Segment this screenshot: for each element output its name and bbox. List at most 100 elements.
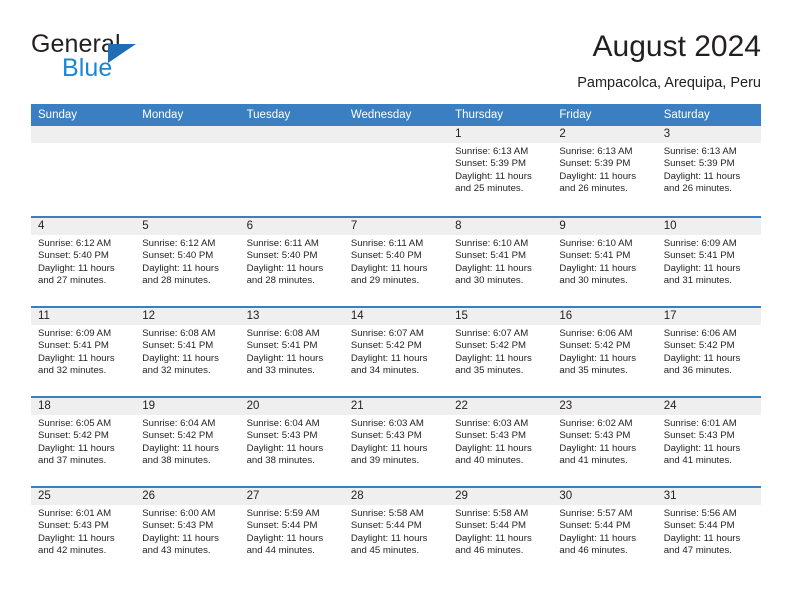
day-cell[interactable]: 7 Sunrise: 6:11 AM Sunset: 5:40 PM Daylight… bbox=[343, 218, 449, 306]
weeks-container: 1 Sunrise: 6:13 AM Sunset: 5:39 PM Daylight… bbox=[31, 126, 761, 576]
weekday-saturday: Saturday bbox=[663, 109, 710, 121]
daylight-duration-line1: Daylight: 11 hours bbox=[350, 262, 428, 274]
daylight-duration-line2: and 30 minutes. bbox=[559, 274, 628, 286]
day-cell[interactable]: 11 Sunrise: 6:09 AM Sunset: 5:41 PM Dayligh… bbox=[31, 308, 136, 396]
day-cell[interactable]: 29 Sunrise: 5:58 AM Sunset: 5:44 PM Dayligh… bbox=[448, 488, 553, 576]
sunset-time: Sunset: 5:43 PM bbox=[455, 430, 527, 442]
day-cell[interactable]: 14 Sunrise: 6:07 AM Sunset: 5:42 PM Dayligh… bbox=[343, 308, 449, 396]
sunset-time: Sunset: 5:40 PM bbox=[38, 250, 109, 262]
sunrise-time: Sunrise: 6:04 AM bbox=[142, 418, 216, 429]
day-cell[interactable]: 1 Sunrise: 6:13 AM Sunset: 5:39 PM Daylight… bbox=[448, 126, 553, 216]
day-details: Sunrise: 6:03 AM Sunset: 5:43 PM Daylight:… bbox=[344, 415, 448, 467]
sunrise-time: Sunrise: 6:10 AM bbox=[455, 238, 529, 249]
daylight-duration-line1: Daylight: 11 hours bbox=[455, 262, 532, 274]
day-cell[interactable]: 15 Sunrise: 6:07 AM Sunset: 5:42 PM Dayligh… bbox=[448, 308, 553, 396]
day-cell[interactable]: 6 Sunrise: 6:11 AM Sunset: 5:40 PM Daylight… bbox=[239, 218, 344, 306]
day-number: 20 bbox=[239, 398, 344, 415]
day-details: Sunrise: 6:11 AM Sunset: 5:40 PM Daylight:… bbox=[344, 235, 448, 287]
daylight-duration-line2: and 30 minutes. bbox=[455, 274, 524, 286]
day-details: Sunrise: 5:59 AM Sunset: 5:44 PM Daylight:… bbox=[240, 505, 344, 557]
day-details: Sunrise: 6:10 AM Sunset: 5:41 PM Daylight:… bbox=[552, 235, 656, 287]
day-details: Sunrise: 6:03 AM Sunset: 5:43 PM Daylight:… bbox=[448, 415, 552, 467]
day-cell[interactable]: 26 Sunrise: 6:00 AM Sunset: 5:43 PM Dayligh… bbox=[135, 488, 240, 576]
daylight-duration-line2: and 33 minutes. bbox=[246, 364, 315, 376]
day-number: 4 bbox=[31, 218, 136, 235]
week-row: 4 Sunrise: 6:12 AM Sunset: 5:40 PM Daylight… bbox=[31, 216, 761, 306]
sunset-time: Sunset: 5:39 PM bbox=[559, 158, 631, 170]
day-details: Sunrise: 5:56 AM Sunset: 5:44 PM Daylight:… bbox=[657, 505, 761, 557]
day-cell[interactable]: 30 Sunrise: 5:57 AM Sunset: 5:44 PM Dayligh… bbox=[552, 488, 657, 576]
day-cell[interactable]: 16 Sunrise: 6:06 AM Sunset: 5:42 PM Dayligh… bbox=[552, 308, 657, 396]
day-cell[interactable]: 3 Sunrise: 6:13 AM Sunset: 5:39 PM Daylight… bbox=[656, 126, 761, 216]
weekday-sunday: Sunday bbox=[38, 109, 78, 121]
sunset-time: Sunset: 5:42 PM bbox=[38, 430, 109, 442]
day-details: Sunrise: 5:57 AM Sunset: 5:44 PM Daylight:… bbox=[552, 505, 656, 557]
day-details: Sunrise: 6:13 AM Sunset: 5:39 PM Daylight:… bbox=[552, 143, 656, 195]
daylight-duration-line2: and 28 minutes. bbox=[142, 274, 211, 286]
day-number: 12 bbox=[135, 308, 240, 325]
day-number: 6 bbox=[239, 218, 344, 235]
sunset-time: Sunset: 5:40 PM bbox=[142, 250, 214, 262]
daylight-duration-line2: and 43 minutes. bbox=[142, 544, 211, 556]
day-number: 25 bbox=[31, 488, 136, 505]
week-row: 1 Sunrise: 6:13 AM Sunset: 5:39 PM Daylight… bbox=[31, 126, 761, 216]
brand-logo[interactable]: General Blue bbox=[31, 30, 291, 92]
sunset-time: Sunset: 5:44 PM bbox=[350, 520, 422, 532]
day-cell[interactable]: 5 Sunrise: 6:12 AM Sunset: 5:40 PM Daylight… bbox=[135, 218, 240, 306]
page-subtitle: Pampacolca, Arequipa, Peru bbox=[577, 75, 761, 91]
sunset-time: Sunset: 5:39 PM bbox=[663, 158, 735, 170]
daylight-duration-line2: and 40 minutes. bbox=[455, 454, 524, 466]
sunrise-time: Sunrise: 5:58 AM bbox=[350, 508, 424, 519]
day-number: 16 bbox=[552, 308, 657, 325]
day-cell[interactable]: 10 Sunrise: 6:09 AM Sunset: 5:41 PM Dayligh… bbox=[656, 218, 761, 306]
day-cell[interactable]: 19 Sunrise: 6:04 AM Sunset: 5:42 PM Dayligh… bbox=[135, 398, 240, 486]
daylight-duration-line1: Daylight: 11 hours bbox=[559, 442, 637, 454]
day-number bbox=[343, 126, 449, 143]
day-cell[interactable]: 31 Sunrise: 5:56 AM Sunset: 5:44 PM Dayligh… bbox=[656, 488, 761, 576]
daylight-duration-line2: and 25 minutes. bbox=[455, 182, 524, 194]
day-cell[interactable]: 27 Sunrise: 5:59 AM Sunset: 5:44 PM Dayligh… bbox=[239, 488, 344, 576]
day-cell[interactable]: 20 Sunrise: 6:04 AM Sunset: 5:43 PM Dayligh… bbox=[239, 398, 344, 486]
day-number: 18 bbox=[31, 398, 136, 415]
sunset-time: Sunset: 5:42 PM bbox=[455, 340, 527, 352]
day-number: 19 bbox=[135, 398, 240, 415]
weekday-tuesday: Tuesday bbox=[246, 109, 291, 121]
day-details: Sunrise: 6:08 AM Sunset: 5:41 PM Daylight:… bbox=[135, 325, 239, 377]
sunrise-time: Sunrise: 6:09 AM bbox=[663, 238, 737, 249]
page-header: General Blue August 2024 Pampacolca, Are… bbox=[31, 28, 761, 100]
daylight-duration-line1: Daylight: 11 hours bbox=[142, 352, 219, 364]
day-cell[interactable]: 12 Sunrise: 6:08 AM Sunset: 5:41 PM Dayligh… bbox=[135, 308, 240, 396]
daylight-duration-line2: and 44 minutes. bbox=[246, 544, 315, 556]
sunset-time: Sunset: 5:41 PM bbox=[455, 250, 527, 262]
day-details: Sunrise: 6:12 AM Sunset: 5:40 PM Daylight:… bbox=[135, 235, 239, 287]
daylight-duration-line2: and 45 minutes. bbox=[350, 544, 420, 556]
day-cell[interactable]: 2 Sunrise: 6:13 AM Sunset: 5:39 PM Daylight… bbox=[552, 126, 657, 216]
day-cell[interactable]: 18 Sunrise: 6:05 AM Sunset: 5:42 PM Dayligh… bbox=[31, 398, 136, 486]
day-cell[interactable]: 23 Sunrise: 6:02 AM Sunset: 5:43 PM Dayligh… bbox=[552, 398, 657, 486]
daylight-duration-line1: Daylight: 11 hours bbox=[663, 442, 741, 454]
day-number: 8 bbox=[448, 218, 553, 235]
day-cell[interactable]: 13 Sunrise: 6:08 AM Sunset: 5:41 PM Dayligh… bbox=[239, 308, 344, 396]
daylight-duration-line1: Daylight: 11 hours bbox=[455, 170, 532, 182]
day-cell[interactable]: 28 Sunrise: 5:58 AM Sunset: 5:44 PM Dayligh… bbox=[343, 488, 449, 576]
day-cell[interactable]: 22 Sunrise: 6:03 AM Sunset: 5:43 PM Dayligh… bbox=[448, 398, 553, 486]
sunset-time: Sunset: 5:40 PM bbox=[246, 250, 318, 262]
day-cell[interactable]: 21 Sunrise: 6:03 AM Sunset: 5:43 PM Dayligh… bbox=[343, 398, 449, 486]
day-details: Sunrise: 6:06 AM Sunset: 5:42 PM Daylight:… bbox=[657, 325, 761, 377]
daylight-duration-line1: Daylight: 11 hours bbox=[142, 532, 219, 544]
daylight-duration-line1: Daylight: 11 hours bbox=[38, 532, 115, 544]
day-cell[interactable]: 8 Sunrise: 6:10 AM Sunset: 5:41 PM Daylight… bbox=[448, 218, 553, 306]
day-details: Sunrise: 6:10 AM Sunset: 5:41 PM Daylight:… bbox=[448, 235, 552, 287]
sunrise-time: Sunrise: 5:56 AM bbox=[663, 508, 737, 519]
day-cell[interactable]: 17 Sunrise: 6:06 AM Sunset: 5:42 PM Dayligh… bbox=[656, 308, 761, 396]
day-cell[interactable]: 24 Sunrise: 6:01 AM Sunset: 5:43 PM Dayligh… bbox=[656, 398, 761, 486]
sunset-time: Sunset: 5:41 PM bbox=[246, 340, 318, 352]
daylight-duration-line1: Daylight: 11 hours bbox=[559, 532, 637, 544]
daylight-duration-line2: and 47 minutes. bbox=[663, 544, 732, 556]
daylight-duration-line1: Daylight: 11 hours bbox=[455, 352, 532, 364]
day-cell[interactable]: 4 Sunrise: 6:12 AM Sunset: 5:40 PM Daylight… bbox=[31, 218, 136, 306]
day-cell[interactable]: 9 Sunrise: 6:10 AM Sunset: 5:41 PM Daylight… bbox=[552, 218, 657, 306]
daylight-duration-line2: and 34 minutes. bbox=[350, 364, 420, 376]
day-cell[interactable]: 25 Sunrise: 6:01 AM Sunset: 5:43 PM Dayligh… bbox=[31, 488, 136, 576]
daylight-duration-line1: Daylight: 11 hours bbox=[455, 442, 532, 454]
